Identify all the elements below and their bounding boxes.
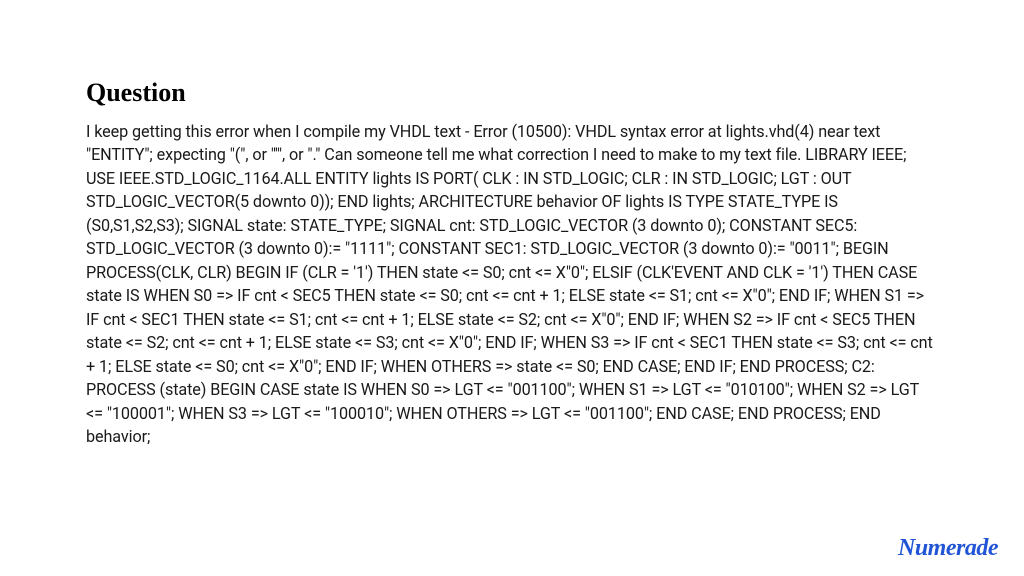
question-body-text: I keep getting this error when I compile… — [86, 120, 938, 449]
question-heading: Question — [86, 78, 938, 108]
numerade-logo: Numerade — [898, 535, 998, 562]
